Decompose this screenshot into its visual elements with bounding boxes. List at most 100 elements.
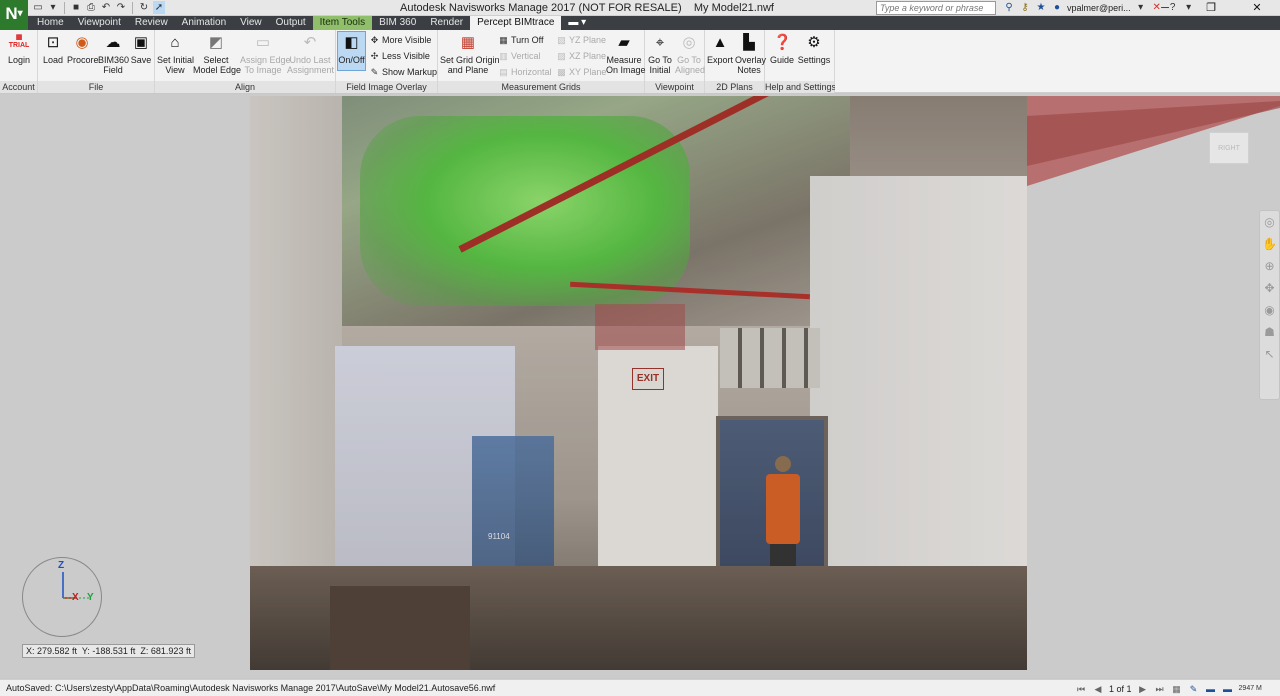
pan-icon[interactable]: ✋ <box>1260 233 1279 255</box>
axis-y-label: Y <box>87 592 94 603</box>
less-visible-button[interactable]: ✣ Less Visible <box>369 50 430 62</box>
xy-plane-button[interactable]: ▩ XY Plane <box>556 66 606 78</box>
user-icon[interactable]: ● <box>1051 2 1063 14</box>
3d-viewport[interactable]: 91104 EXIT RIGHT ◎ ✋ ⊕ ✥ ◉ ☗ ↖ Z X Y X: … <box>0 94 1280 678</box>
tab-animation[interactable]: Animation <box>175 16 233 30</box>
prev-page-icon[interactable]: ◀ <box>1092 683 1104 695</box>
coordinate-readout: X: 279.582 ft Y: -188.531 ft Z: 681.923 … <box>22 644 195 658</box>
refresh-icon[interactable]: ↻ <box>138 1 150 14</box>
tab-view[interactable]: View <box>233 16 269 30</box>
tab-viewpoint[interactable]: Viewpoint <box>71 16 128 30</box>
undo-icon[interactable]: ↶ <box>100 1 112 14</box>
user-name[interactable]: vpalmer@peri... <box>1067 3 1131 13</box>
save-icon[interactable]: ■ <box>70 1 82 14</box>
walk-icon[interactable]: ☗ <box>1260 321 1279 343</box>
first-page-icon[interactable]: ⏮ <box>1075 683 1087 695</box>
last-page-icon[interactable]: ⏭ <box>1154 683 1166 695</box>
undo-last-assignment-button[interactable]: ↶ Undo Last Assignment <box>287 34 335 75</box>
assign-edge-button[interactable]: ▭ Assign Edge To Image <box>240 34 291 75</box>
assign-edge-label-1: Assign Edge <box>240 55 291 65</box>
bim360-field-button[interactable]: ☁ BIM360 Field <box>98 34 129 75</box>
grid-icon: ▦ <box>460 34 476 51</box>
load-button[interactable]: ⊡ Load <box>42 34 64 65</box>
select-icon[interactable]: ↖ <box>1260 343 1279 365</box>
panel-label-file: File <box>38 81 154 93</box>
more-visible-button[interactable]: ✥ More Visible <box>369 34 432 46</box>
undo-last-label-2: Assignment <box>287 65 335 75</box>
open-file-icon[interactable]: ▭ <box>32 1 44 14</box>
steering-wheel-icon[interactable]: ◎ <box>1260 211 1279 233</box>
viewcube[interactable]: RIGHT <box>1209 132 1249 164</box>
tab-percept-bimtrace[interactable]: Percept BIMtrace <box>470 16 562 30</box>
pencil-icon[interactable]: ✎ <box>1188 683 1200 695</box>
app-logo[interactable]: N▾ <box>0 0 28 30</box>
procore-button[interactable]: ◉ Procore <box>67 34 99 65</box>
set-initial-view-button[interactable]: ⌂ Set Initial View <box>157 34 194 75</box>
xy-plane-label: XY Plane <box>569 67 607 77</box>
yz-plane-icon: ▧ <box>557 35 566 45</box>
axis-x-label: X <box>72 592 79 603</box>
yz-plane-button[interactable]: ▧ YZ Plane <box>556 34 606 46</box>
horizontal-label: Horizontal <box>511 67 552 77</box>
zoom-icon[interactable]: ⊕ <box>1260 255 1279 277</box>
edge-select-icon: ◩ <box>208 34 224 51</box>
horizontal-grid-button[interactable]: ▤ Horizontal <box>498 66 552 78</box>
show-markup-button[interactable]: ✎ Show Markup <box>369 66 437 78</box>
redo-icon[interactable]: ↷ <box>115 1 127 14</box>
open-dropdown-icon[interactable]: ▾ <box>47 1 59 14</box>
toolbar-divider <box>64 2 65 14</box>
disk-icon[interactable]: ▬ <box>1205 683 1217 695</box>
next-page-icon[interactable]: ▶ <box>1137 683 1149 695</box>
go-to-initial-label-2: Initial <box>649 65 671 75</box>
print-icon[interactable]: ⎙ <box>85 1 97 14</box>
login-button[interactable]: ▦ TRIAL Login <box>4 34 34 65</box>
xz-plane-button[interactable]: ▨ XZ Plane <box>556 50 606 62</box>
map-icon: ▙ <box>743 34 755 51</box>
overlay-on-off-button[interactable]: ◧ On/Off <box>337 31 366 71</box>
panel-label-account: Account <box>0 81 37 93</box>
ribbon-empty-area <box>835 30 1280 93</box>
measure-on-image-button[interactable]: ▰ Measure On Image <box>606 34 646 75</box>
tab-review[interactable]: Review <box>128 16 175 30</box>
set-grid-origin-button[interactable]: ▦ Set Grid Origin and Plane <box>440 34 500 75</box>
search-input[interactable]: Type a keyword or phrase <box>876 1 996 15</box>
star-icon[interactable]: ★ <box>1035 2 1047 14</box>
tab-bim360[interactable]: BIM 360 <box>372 16 423 30</box>
minimize-button[interactable]: ─ <box>1142 0 1188 16</box>
memory-usage: 2947 M <box>1238 685 1262 692</box>
overlay-notes-button[interactable]: ▙ Overlay Notes <box>735 34 766 75</box>
tab-home[interactable]: Home <box>30 16 71 30</box>
memory-icon[interactable]: ▬ <box>1222 683 1234 695</box>
settings-button[interactable]: ⚙ Settings <box>797 34 831 65</box>
panel-label-2d-plans: 2D Plans <box>705 81 764 93</box>
look-icon[interactable]: ◉ <box>1260 299 1279 321</box>
panel-label-align: Align <box>155 81 335 93</box>
procore-label: Procore <box>67 55 99 65</box>
save-button[interactable]: ▣ Save <box>130 34 152 65</box>
undo-last-label-1: Undo Last <box>289 55 331 65</box>
panel-measurement-grids: ▦ Set Grid Origin and Plane ▦ Turn Off ▥ V… <box>438 30 646 93</box>
turn-off-grid-button[interactable]: ▦ Turn Off <box>498 34 543 46</box>
tab-item-tools[interactable]: Item Tools <box>312 16 373 30</box>
title-bar: ▭ ▾ ■ ⎙ ↶ ↷ ↻ ➚ Autodesk Navisworks Mana… <box>0 0 1280 16</box>
tab-output[interactable]: Output <box>269 16 313 30</box>
panel-viewpoint: ⌖ Go To Initial ◎ Go To Aligned Viewpoin… <box>645 30 705 93</box>
go-to-initial-button[interactable]: ⌖ Go To Initial <box>647 34 673 75</box>
select-model-edge-button[interactable]: ◩ Select Model Edge <box>193 34 241 75</box>
tab-render[interactable]: Render <box>423 16 470 30</box>
window-title: Autodesk Navisworks Manage 2017 (NOT FOR… <box>400 2 774 14</box>
layout-icon[interactable]: ▦ <box>1171 683 1183 695</box>
orbit-icon[interactable]: ✥ <box>1260 277 1279 299</box>
ribbon-options-icon[interactable]: ▬ ▾ <box>561 16 593 30</box>
binoculars-icon[interactable]: ⚲ <box>1003 2 1015 14</box>
go-to-aligned-button[interactable]: ◎ Go To Aligned <box>675 34 705 75</box>
field-image-overlay[interactable]: 91104 EXIT <box>250 96 1027 670</box>
guide-button[interactable]: ❓ Guide <box>769 34 795 65</box>
more-visible-icon: ✥ <box>370 35 379 45</box>
close-button[interactable]: ✕ <box>1234 0 1280 16</box>
key-icon[interactable]: ⚷ <box>1019 2 1031 14</box>
vertical-grid-button[interactable]: ▥ Vertical <box>498 50 540 62</box>
restore-button[interactable]: ❐ <box>1188 0 1234 16</box>
export-button[interactable]: ▲ Export <box>707 34 733 65</box>
select-cursor-icon[interactable]: ➚ <box>153 1 165 14</box>
